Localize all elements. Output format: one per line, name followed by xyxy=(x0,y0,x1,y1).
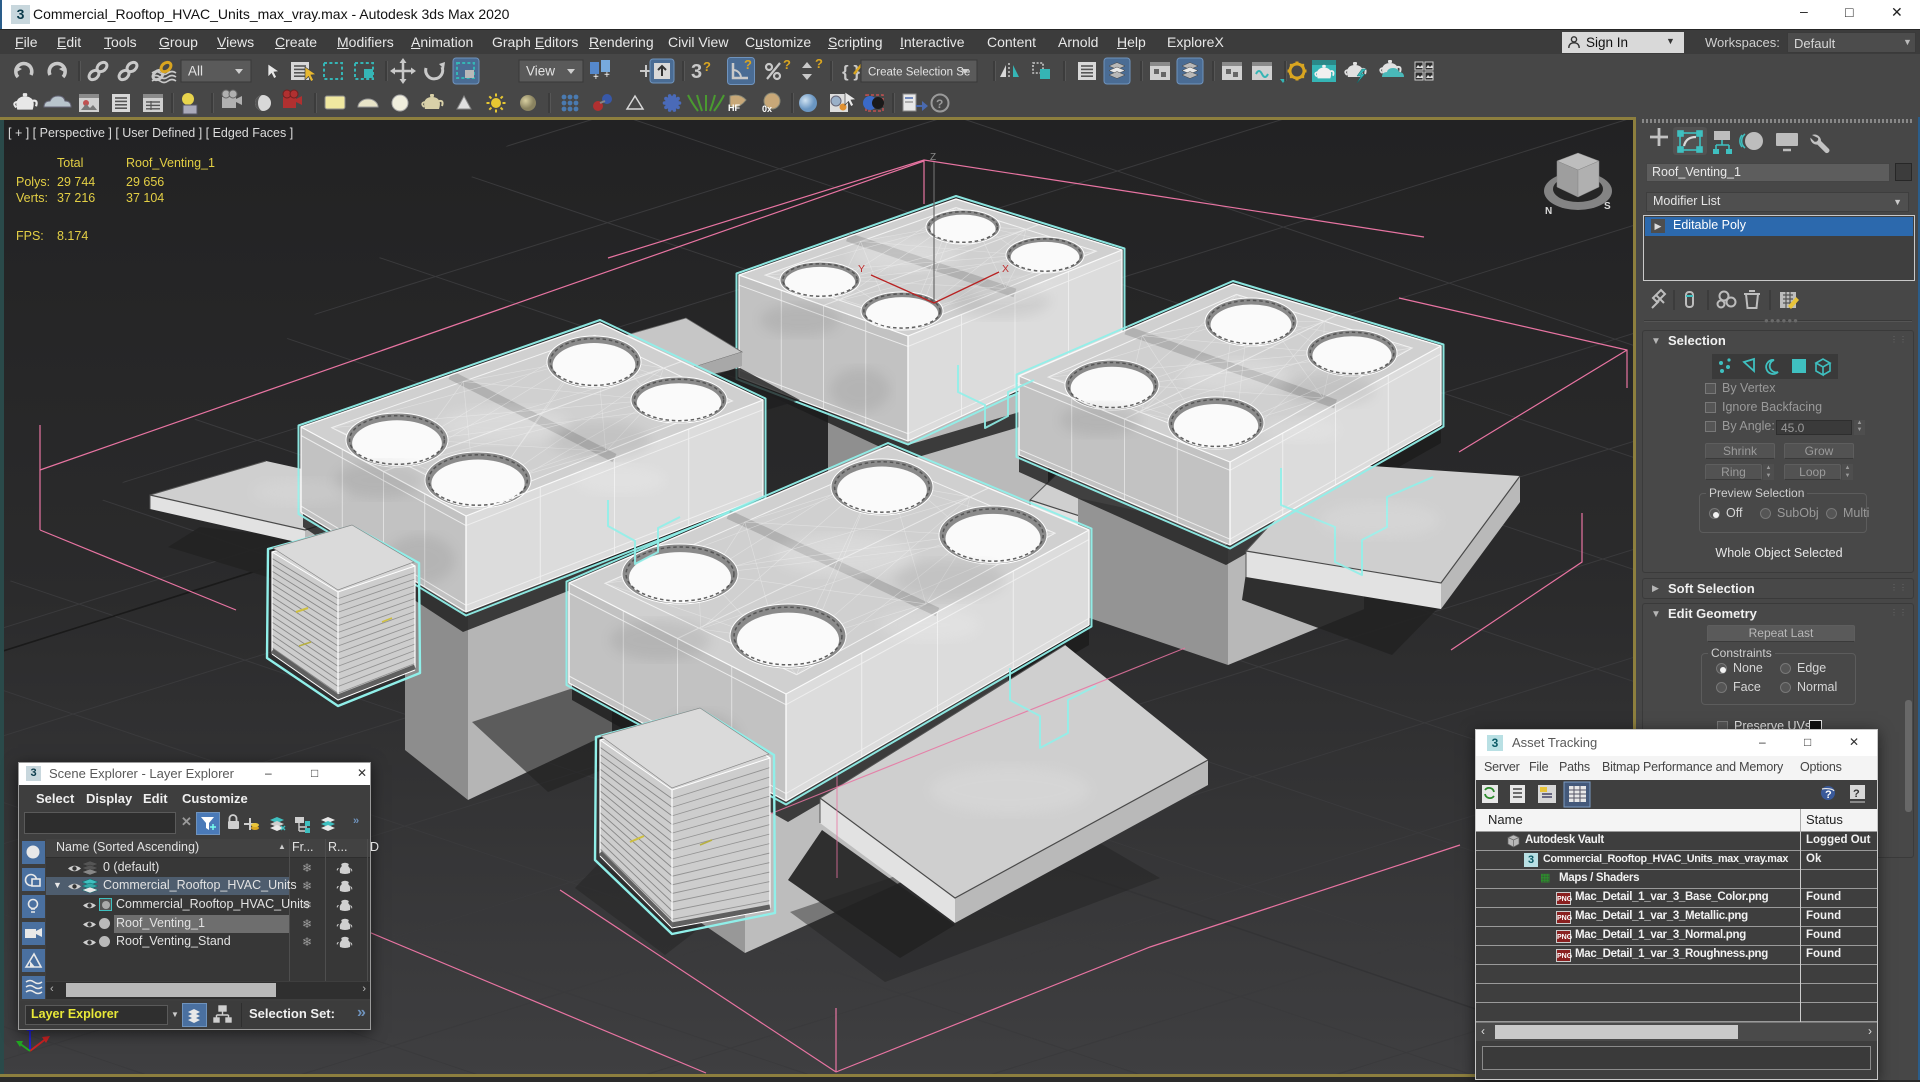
svg-text:?: ? xyxy=(1825,789,1832,801)
svg-text:?: ? xyxy=(815,56,823,71)
svg-text:X: X xyxy=(1002,263,1009,275)
svg-text:0x: 0x xyxy=(762,104,772,114)
svg-text:3: 3 xyxy=(691,61,702,83)
svg-text:?: ? xyxy=(1853,788,1860,800)
svg-text:+: + xyxy=(593,72,599,83)
svg-text:Y: Y xyxy=(858,263,865,275)
svg-text:»: » xyxy=(353,815,359,827)
svg-text:S: S xyxy=(1604,201,1611,212)
svg-text:?: ? xyxy=(703,59,711,74)
svg-text:N: N xyxy=(1545,206,1552,217)
svg-text:?: ? xyxy=(744,57,752,72)
svg-text:Create Selection Se: Create Selection Se xyxy=(868,67,970,79)
svg-text:HF: HF xyxy=(728,103,740,113)
svg-text:Z: Z xyxy=(930,152,936,163)
svg-text:?: ? xyxy=(936,97,943,111)
svg-text:All: All xyxy=(188,64,203,79)
svg-text:?: ? xyxy=(783,57,791,72)
svg-text:View: View xyxy=(526,64,555,79)
svg-text:+: + xyxy=(604,70,610,81)
